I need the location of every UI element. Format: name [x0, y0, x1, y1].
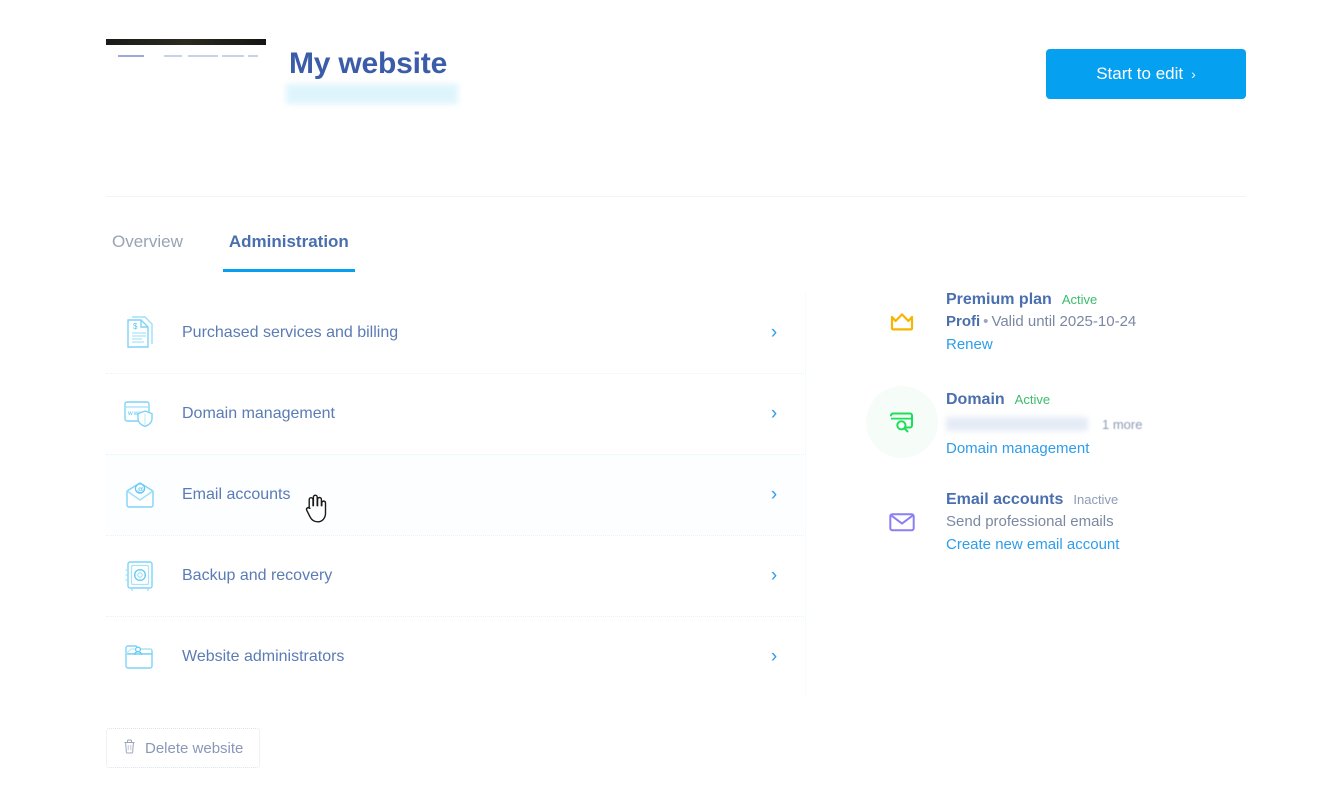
side-card-body: Domain Active 1 more Domain management	[946, 386, 1266, 458]
status-badge: Active	[1061, 292, 1098, 307]
invoice-document-icon: $	[120, 311, 160, 355]
status-side-panel: Premium plan Active Profi • Valid until 20…	[866, 286, 1266, 586]
side-card-title: Premium plan	[946, 291, 1052, 308]
delete-website-label: Delete website	[145, 739, 244, 757]
list-item-purchased-services[interactable]: $ Purchased services and billing ›	[106, 292, 806, 373]
tab-administration[interactable]: Administration	[222, 232, 355, 272]
domain-management-link[interactable]: Domain management	[946, 440, 1089, 457]
plan-name: Profi	[946, 313, 981, 330]
domain-name-redacted	[946, 417, 1088, 431]
list-item-label: Email accounts	[182, 486, 291, 503]
list-item-email-accounts[interactable]: @ Email accounts ›	[106, 454, 806, 535]
envelope-icon	[866, 486, 938, 558]
meta-separator: •	[983, 313, 989, 330]
chevron-right-icon: ›	[770, 484, 778, 505]
page-header: My website Start to edit ›	[0, 0, 1337, 197]
chevron-right-icon: ›	[1191, 66, 1196, 82]
list-item-label: Website administrators	[182, 648, 345, 665]
create-new-email-account-link[interactable]: Create new email account	[946, 536, 1119, 553]
thumbnail-text-line	[248, 55, 258, 57]
browser-search-icon	[866, 386, 938, 458]
page-root: My website Start to edit › Overview Admi…	[0, 0, 1337, 793]
list-item-label: Backup and recovery	[182, 567, 333, 584]
list-right-edge	[805, 292, 806, 697]
chevron-right-icon: ›	[770, 646, 778, 667]
list-item-label: Purchased services and billing	[182, 323, 399, 341]
renew-link[interactable]: Renew	[946, 336, 993, 353]
delete-website-button[interactable]: Delete website	[106, 728, 261, 768]
side-card-meta: Send professional emails	[946, 513, 1114, 530]
start-to-edit-label: Start to edit	[1096, 64, 1184, 83]
open-envelope-at-icon: @	[120, 473, 160, 517]
status-badge: Active	[1014, 392, 1051, 407]
side-card-email-accounts: Email accounts Inactive Send professiona…	[866, 486, 1266, 558]
side-card-body: Email accounts Inactive Send professiona…	[946, 486, 1266, 554]
list-item-label: Domain management	[182, 405, 335, 422]
browser-shield-icon: www	[120, 392, 160, 436]
status-badge: Inactive	[1073, 492, 1119, 507]
thumbnail-text-line	[188, 55, 218, 57]
chevron-right-icon: ›	[770, 321, 778, 343]
side-card-header: Premium plan Active	[946, 291, 1266, 309]
safe-vault-icon	[120, 554, 160, 598]
side-card-premium-plan: Premium plan Active Profi • Valid until 20…	[866, 286, 1266, 358]
side-card-domain: Domain Active 1 more Domain management	[866, 386, 1266, 458]
side-card-header: Email accounts Inactive	[946, 491, 1266, 509]
tab-overview[interactable]: Overview	[106, 232, 189, 272]
list-item-backup-and-recovery[interactable]: Backup and recovery ›	[106, 535, 806, 616]
tab-bar: Overview Administration	[106, 232, 355, 272]
crown-icon	[866, 286, 938, 358]
plan-validity: Valid until 2025-10-24	[991, 313, 1137, 330]
administration-list: $ Purchased services and billing › www D…	[106, 292, 806, 697]
list-item-domain-management[interactable]: www Domain management ›	[106, 373, 806, 454]
side-card-header: Domain Active	[946, 391, 1266, 409]
side-card-title: Domain	[946, 391, 1005, 408]
side-card-title: Email accounts	[946, 491, 1064, 508]
chevron-right-icon: ›	[770, 403, 778, 424]
svg-text:@: @	[137, 486, 144, 493]
thumbnail-text-line	[222, 55, 244, 57]
domain-more-count[interactable]: 1 more	[1102, 417, 1142, 432]
thumbnail-text-line	[164, 55, 182, 57]
list-item-website-administrators[interactable]: Website administrators ›	[106, 616, 806, 697]
chevron-right-icon: ›	[770, 565, 778, 586]
thumbnail-top-bar	[106, 39, 266, 45]
thumbnail-text-line	[118, 55, 144, 57]
side-card-meta: Profi • Valid until 2025-10-24	[946, 313, 1266, 330]
site-url-redacted	[286, 84, 458, 104]
start-to-edit-button[interactable]: Start to edit ›	[1046, 49, 1246, 99]
domain-name-row: 1 more	[946, 414, 1266, 434]
svg-text:$: $	[133, 322, 138, 331]
trash-icon	[123, 739, 136, 758]
header-divider	[106, 196, 1246, 197]
website-preview-thumbnail[interactable]	[106, 36, 266, 82]
page-title: My website	[289, 47, 448, 80]
side-card-body: Premium plan Active Profi • Valid until 20…	[946, 286, 1266, 354]
user-folder-icon	[120, 635, 160, 679]
